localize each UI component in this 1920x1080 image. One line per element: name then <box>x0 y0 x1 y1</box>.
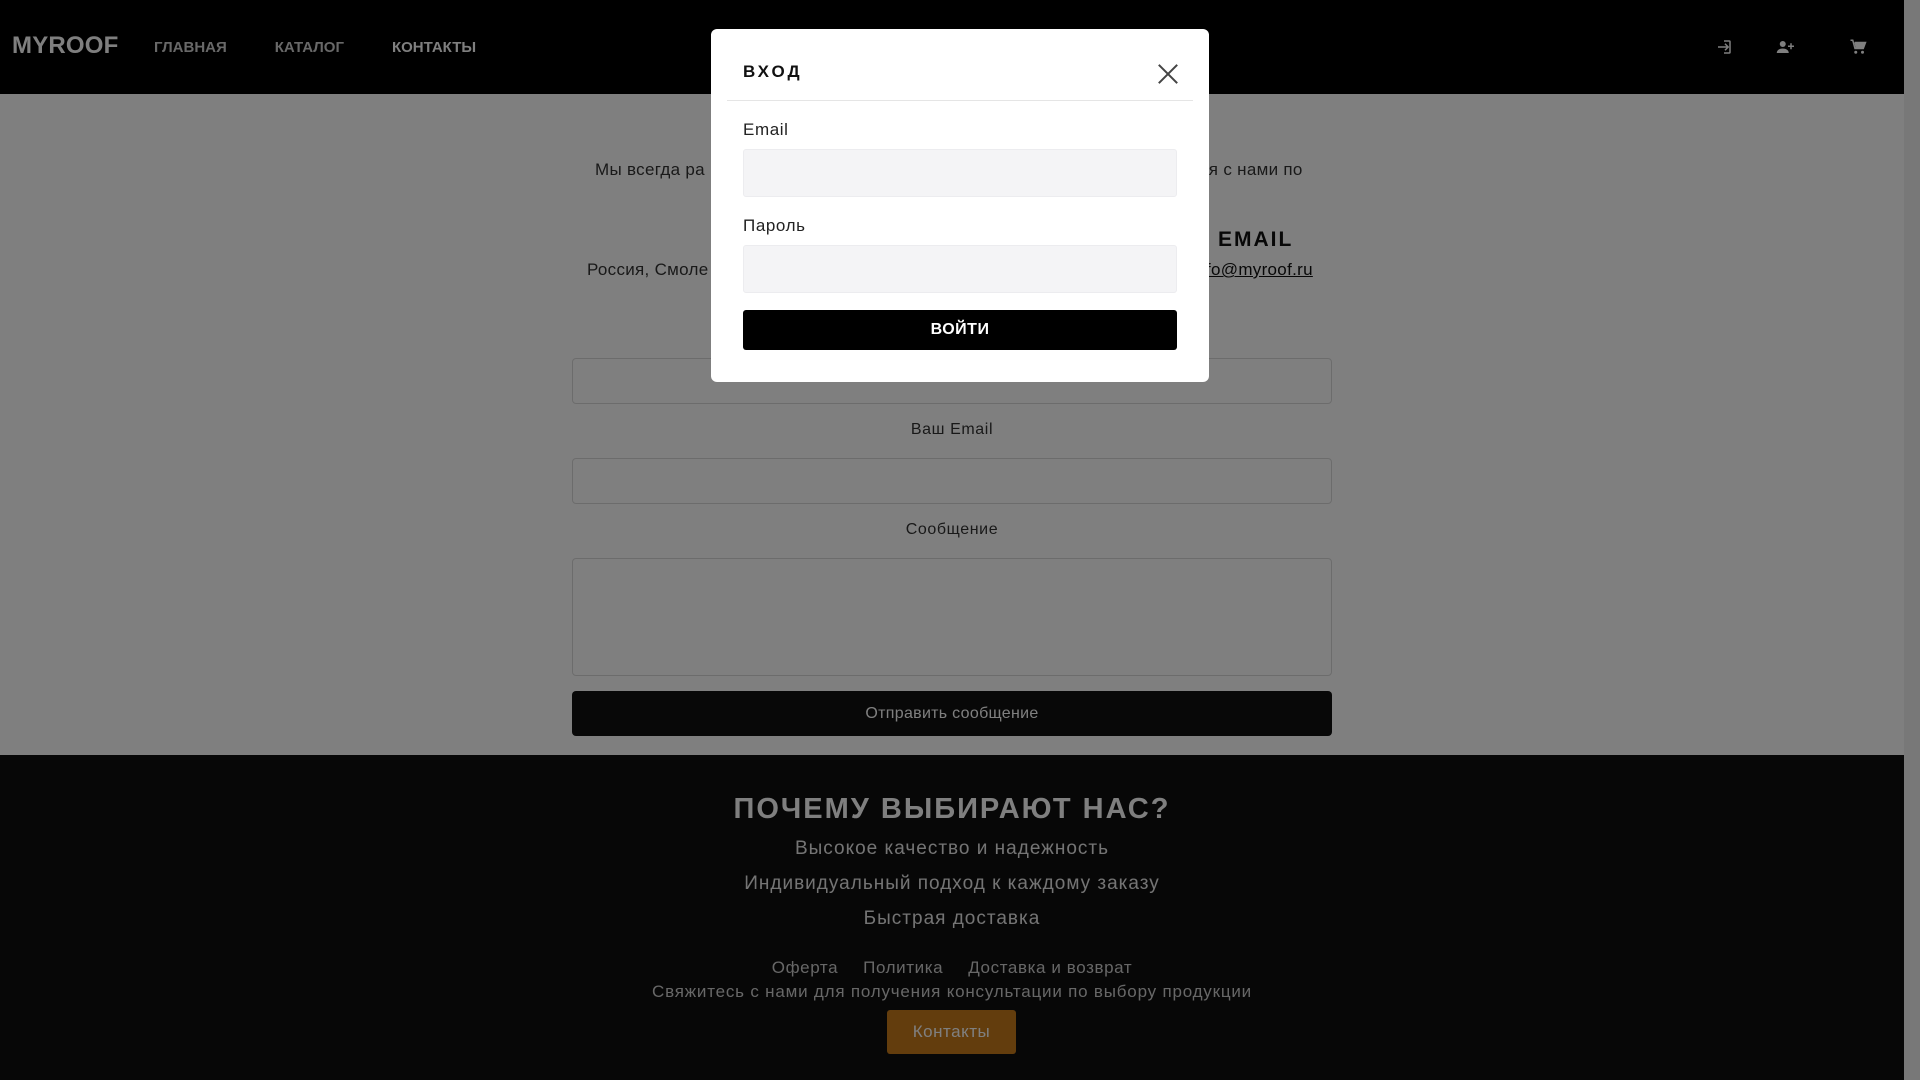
login-modal: ВХОД Email Пароль ВОЙТИ <box>711 29 1209 382</box>
modal-title: ВХОД <box>743 62 803 81</box>
modal-divider <box>727 100 1193 101</box>
email-label: Email <box>743 120 789 139</box>
close-icon[interactable] <box>1157 63 1179 85</box>
password-label: Пароль <box>743 216 806 235</box>
login-button[interactable]: ВОЙТИ <box>743 310 1177 350</box>
email-input[interactable] <box>743 149 1177 197</box>
password-input[interactable] <box>743 245 1177 293</box>
